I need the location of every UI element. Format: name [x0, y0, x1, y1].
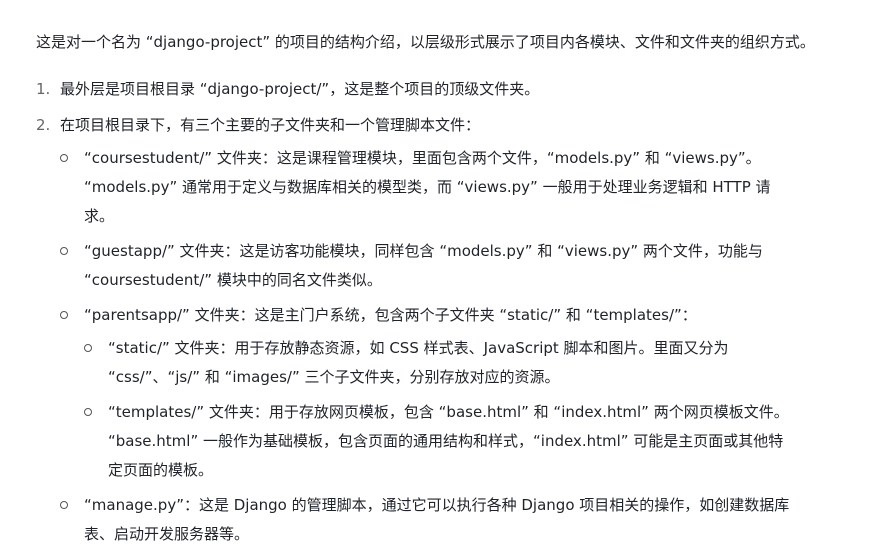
sub-item-coursestudent: “coursestudent/” 文件夹：这是课程管理模块，里面包含两个文件，“… — [60, 144, 794, 231]
list-item-root: 1. 最外层是项目根目录 “django-project/”，这是整个项目的顶级… — [36, 75, 836, 104]
circle-bullet-icon — [84, 344, 92, 352]
parentsapp-subfolder-list: “static/” 文件夹：用于存放静态资源，如 CSS 样式表、JavaScr… — [84, 334, 794, 485]
intro-paragraph: 这是对一个名为 “django-project” 的项目的结构介绍，以层级形式展… — [36, 33, 815, 51]
sub-item-text: “parentsapp/” 文件夹：这是主门户系统，包含两个子文件夹 “stat… — [84, 306, 697, 324]
circle-bullet-icon — [60, 501, 68, 509]
sub-item-text: “manage.py”：这是 Django 的管理脚本，通过它可以执行各种 Dj… — [84, 496, 790, 543]
circle-bullet-icon — [60, 154, 68, 162]
list-item-text: 最外层是项目根目录 “django-project/”，这是整个项目的顶级文件夹… — [60, 80, 540, 98]
circle-bullet-icon — [60, 247, 68, 255]
sub-item-parentsapp: “parentsapp/” 文件夹：这是主门户系统，包含两个子文件夹 “stat… — [60, 301, 794, 485]
document-body: 这是对一个名为 “django-project” 的项目的结构介绍，以层级形式展… — [36, 28, 836, 556]
subsub-item-text: “static/” 文件夹：用于存放静态资源，如 CSS 样式表、JavaScr… — [108, 339, 729, 386]
subsub-item-static: “static/” 文件夹：用于存放静态资源，如 CSS 样式表、JavaScr… — [84, 334, 794, 392]
structure-list: 1. 最外层是项目根目录 “django-project/”，这是整个项目的顶级… — [36, 75, 836, 549]
subsub-item-templates: “templates/” 文件夹：用于存放网页模板，包含 “base.html”… — [84, 398, 794, 485]
sub-item-text: “coursestudent/” 文件夹：这是课程管理模块，里面包含两个文件，“… — [84, 149, 771, 225]
circle-bullet-icon — [84, 408, 92, 416]
subsub-item-text: “templates/” 文件夹：用于存放网页模板，包含 “base.html”… — [108, 403, 789, 479]
sub-item-manage-py: “manage.py”：这是 Django 的管理脚本，通过它可以执行各种 Dj… — [60, 491, 794, 549]
circle-bullet-icon — [60, 311, 68, 319]
subfolder-list: “coursestudent/” 文件夹：这是课程管理模块，里面包含两个文件，“… — [60, 144, 836, 549]
sub-item-text: “guestapp/” 文件夹：这是访客功能模块，同样包含 “models.py… — [84, 242, 763, 289]
list-number: 1. — [36, 80, 51, 98]
list-item-text: 在项目根目录下，有三个主要的子文件夹和一个管理脚本文件： — [60, 116, 481, 134]
list-item-subfolders: 2. 在项目根目录下，有三个主要的子文件夹和一个管理脚本文件： “courses… — [36, 111, 836, 549]
list-number: 2. — [36, 116, 51, 134]
sub-item-guestapp: “guestapp/” 文件夹：这是访客功能模块，同样包含 “models.py… — [60, 237, 794, 295]
